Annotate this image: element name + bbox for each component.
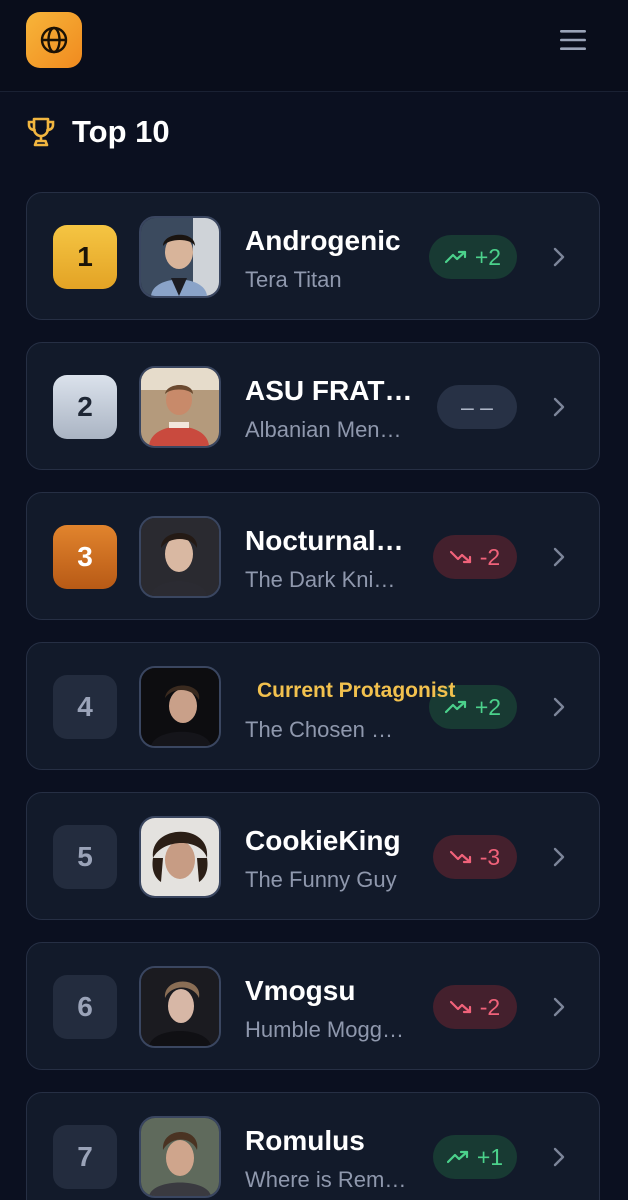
rank-badge: 6: [53, 975, 117, 1039]
chevron-right-icon: [551, 847, 567, 867]
trophy-icon: [27, 117, 55, 147]
hamburger-menu-icon: [560, 30, 586, 50]
leaderboard-row[interactable]: 1 Androgenic Tera Titan +2: [26, 192, 600, 320]
player-subtitle: The Chosen …: [245, 717, 393, 742]
avatar: [139, 366, 221, 448]
rank-change-value: -3: [479, 843, 501, 870]
player-name: Vmogsu: [245, 975, 356, 1006]
section-header: Top 10: [26, 108, 170, 156]
player-subtitle: Tera Titan: [245, 267, 342, 292]
rank-change-value: -2: [479, 993, 501, 1020]
leaderboard-row[interactable]: 3 Nocturnal… The Dark Kni… -2: [26, 492, 600, 620]
rank-change-badge: +2: [429, 235, 517, 279]
chevron-right-icon: [551, 997, 567, 1017]
leaderboard-row[interactable]: 4 +2 Current Protagonist The Chosen …: [26, 642, 600, 770]
rank-badge: 7: [53, 1125, 117, 1189]
leaderboard-row[interactable]: 2 ASU FRAT… Albanian Men… – –: [26, 342, 600, 470]
app-screen: Top 10 1 Androgenic Tera Titan +2 2 ASU …: [0, 0, 628, 1200]
player-name: ASU FRAT…: [245, 375, 413, 406]
rank-change-value: +1: [476, 1143, 504, 1170]
rank-change-value: +2: [474, 243, 502, 270]
rank-change-badge: +1: [433, 1135, 517, 1179]
rank-change-badge: – –: [437, 385, 517, 429]
top-bar: [0, 0, 628, 92]
avatar: [139, 516, 221, 598]
player-subtitle: Albanian Men…: [245, 417, 402, 442]
chevron-right-icon: [551, 547, 567, 567]
avatar: [139, 966, 221, 1048]
player-subtitle: Humble Mogg…: [245, 1017, 404, 1042]
globe-icon: [40, 26, 68, 54]
avatar: [139, 666, 221, 748]
chevron-right-icon: [551, 247, 567, 267]
player-name: Romulus: [245, 1125, 365, 1156]
leaderboard-row[interactable]: 5 CookieKing The Funny Guy -3: [26, 792, 600, 920]
player-subtitle: The Dark Kni…: [245, 567, 396, 592]
trend-down-icon: [449, 850, 471, 864]
rank-change-badge: -3: [433, 835, 517, 879]
app-logo-button[interactable]: [26, 12, 82, 68]
player-subtitle: Where is Rem…: [245, 1167, 407, 1192]
rank-change-badge: -2: [433, 985, 517, 1029]
rank-badge: 1: [53, 225, 117, 289]
trend-down-icon: [449, 550, 471, 564]
player-name: Nocturnal…: [245, 525, 404, 556]
page-title: Top 10: [72, 114, 170, 149]
avatar: [139, 216, 221, 298]
menu-button[interactable]: [556, 26, 590, 54]
player-name: Androgenic: [245, 225, 401, 256]
rank-badge: 4: [53, 675, 117, 739]
player-name: CookieKing: [245, 825, 401, 856]
avatar: [139, 1116, 221, 1198]
trend-up-icon: [444, 250, 466, 264]
avatar: [139, 816, 221, 898]
trend-up-icon: [446, 1150, 468, 1164]
rank-badge: 2: [53, 375, 117, 439]
rank-badge: 3: [53, 525, 117, 589]
rank-change-badge: -2: [433, 535, 517, 579]
player-subtitle: The Funny Guy: [245, 867, 397, 892]
rank-change-value: – –: [461, 393, 493, 420]
trend-down-icon: [449, 1000, 471, 1014]
rank-change-value: -2: [479, 543, 501, 570]
chevron-right-icon: [551, 697, 567, 717]
rank-badge: 5: [53, 825, 117, 889]
leaderboard-row[interactable]: 6 Vmogsu Humble Mogg… -2: [26, 942, 600, 1070]
current-protagonist-badge: Current Protagonist: [257, 679, 456, 702]
leaderboard-row[interactable]: 7 Romulus Where is Rem… +1: [26, 1092, 600, 1200]
chevron-right-icon: [551, 397, 567, 417]
chevron-right-icon: [551, 1147, 567, 1167]
rank-change-value: +2: [474, 693, 502, 720]
